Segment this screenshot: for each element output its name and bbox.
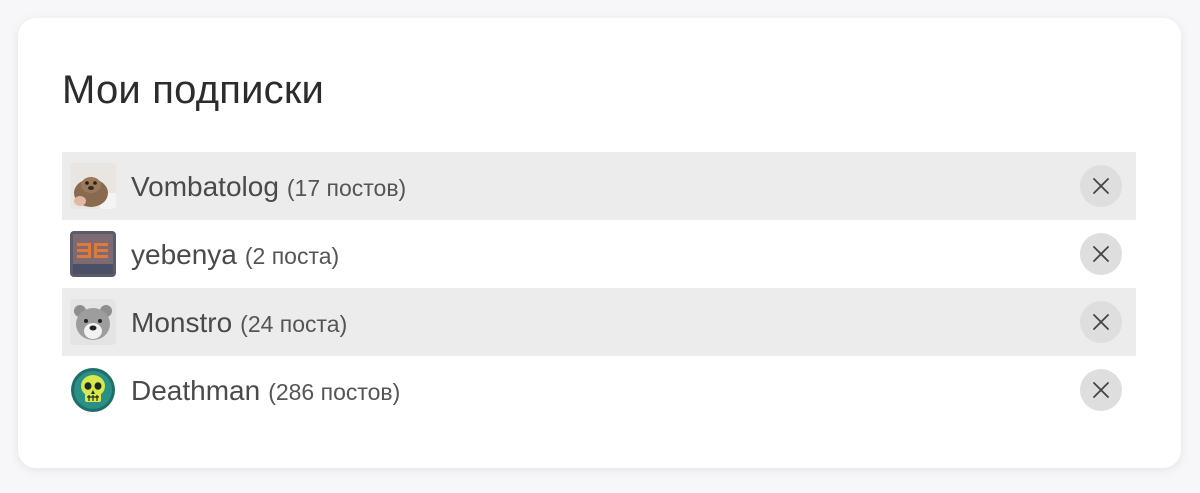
list-item: Deathman (286 постов) (62, 356, 1136, 424)
wombat-avatar[interactable] (70, 163, 116, 209)
subscription-name[interactable]: Deathman (286 постов) (131, 375, 400, 408)
close-icon (1093, 314, 1109, 330)
post-count: (24 поста) (240, 311, 348, 337)
subscription-name[interactable]: Vombatolog (17 постов) (131, 171, 406, 204)
unsubscribe-button[interactable] (1080, 369, 1122, 411)
list-item: yebenya (2 поста) (62, 220, 1136, 288)
pattern-avatar[interactable] (70, 231, 116, 277)
unsubscribe-button[interactable] (1080, 301, 1122, 343)
subscription-name-text[interactable]: Vombatolog (131, 171, 279, 202)
subscription-name[interactable]: yebenya (2 поста) (131, 239, 339, 272)
subscriptions-card: Мои подписки Vombatolog (17 постов) yebe… (18, 18, 1181, 468)
subscription-name-text[interactable]: Monstro (131, 307, 232, 338)
page-title: Мои подписки (62, 68, 325, 112)
unsubscribe-button[interactable] (1080, 233, 1122, 275)
subscription-name-text[interactable]: Deathman (131, 375, 260, 406)
close-icon (1093, 246, 1109, 262)
list-item: Monstro (24 поста) (62, 288, 1136, 356)
post-count: (2 поста) (244, 243, 340, 269)
post-count: (286 постов) (268, 379, 401, 405)
subscription-name[interactable]: Monstro (24 поста) (131, 307, 347, 340)
subscription-name-text[interactable]: yebenya (131, 239, 237, 270)
close-icon (1093, 178, 1109, 194)
bear-avatar[interactable] (70, 299, 116, 345)
unsubscribe-button[interactable] (1080, 165, 1122, 207)
skull-avatar[interactable] (70, 367, 116, 413)
list-item: Vombatolog (17 постов) (62, 152, 1136, 220)
close-icon (1093, 382, 1109, 398)
post-count: (17 постов) (286, 175, 407, 201)
subscriptions-list: Vombatolog (17 постов) yebenya (2 поста)… (62, 152, 1136, 424)
